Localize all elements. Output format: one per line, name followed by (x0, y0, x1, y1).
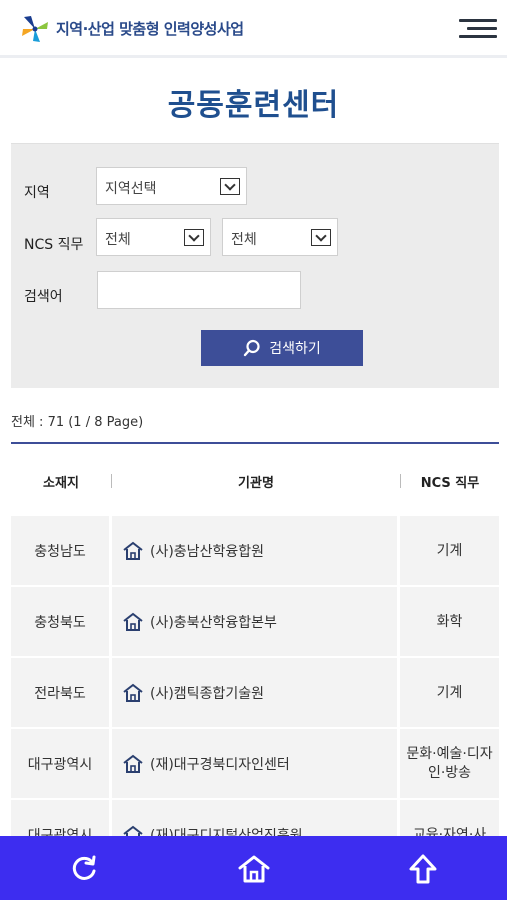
region-select-value: 지역선택 (105, 181, 157, 197)
column-header-location: 소재지 (43, 476, 79, 491)
table-row[interactable]: 전라북도 (사)캠틱종합기술원 기계 (11, 658, 499, 728)
ncs-label: NCS 직무 (24, 237, 84, 253)
row-ncs: 문화·예술·디자인·방송 (406, 746, 493, 781)
app-header: 지역·산업 맞춤형 인력양성사업 (0, 0, 507, 58)
result-summary: 전체 : 71 (1 / 8 Page) (11, 415, 144, 430)
row-name[interactable]: (사)충남산학융합원 (150, 541, 264, 561)
brand-title[interactable]: 지역·산업 맞춤형 인력양성사업 (56, 18, 244, 39)
row-location: 전라북도 (34, 686, 86, 702)
row-name[interactable]: (사)캠틱종합기술원 (150, 683, 264, 703)
table-row[interactable]: 충청북도 (사)충북산학융합본부 화학 (11, 587, 499, 657)
home-icon[interactable] (237, 852, 271, 886)
row-name-cell[interactable]: (사)충북산학융합본부 (112, 587, 397, 657)
divider (11, 442, 499, 444)
column-header-name: 기관명 (238, 476, 274, 491)
ncs-select-2[interactable]: 전체 (222, 218, 338, 256)
row-ncs: 기계 (436, 542, 463, 559)
search-panel: 지역 지역선택 NCS 직무 전체 전체 검색어 검색하기 (11, 143, 499, 388)
chevron-down-icon (184, 229, 204, 246)
house-icon (123, 683, 143, 702)
table-row[interactable]: 대구광역시 (재)대구경북디자인센터 문화·예술·디자인·방송 (11, 729, 499, 799)
chevron-down-icon (220, 178, 240, 195)
pinwheel-logo-icon[interactable] (18, 12, 52, 46)
house-icon (123, 541, 143, 560)
table-row[interactable]: 충청남도 (사)충남산학융합원 기계 (11, 516, 499, 586)
region-select[interactable]: 지역선택 (96, 167, 247, 205)
house-icon (123, 612, 143, 631)
search-button[interactable]: 검색하기 (201, 330, 363, 366)
page-title: 공동훈련센터 (167, 88, 340, 123)
row-ncs: 기계 (436, 684, 463, 701)
ncs-select-1-value: 전체 (105, 232, 131, 248)
region-label: 지역 (24, 185, 50, 201)
ncs-select-1[interactable]: 전체 (96, 218, 211, 256)
row-name[interactable]: (재)대구경북디자인센터 (150, 754, 290, 774)
search-button-label: 검색하기 (269, 341, 321, 357)
chevron-down-icon (311, 229, 331, 246)
refresh-icon[interactable] (67, 852, 101, 886)
row-name-cell[interactable]: (사)충남산학융합원 (112, 516, 397, 586)
hamburger-menu-icon[interactable] (459, 15, 497, 43)
row-location: 충청남도 (34, 544, 86, 560)
row-ncs: 화학 (436, 613, 463, 630)
row-name-cell[interactable]: (사)캠틱종합기술원 (112, 658, 397, 728)
row-name-cell[interactable]: (재)대구경북디자인센터 (112, 729, 397, 799)
row-location: 충청북도 (34, 615, 86, 631)
bottom-nav-bar (0, 836, 507, 900)
keyword-input[interactable] (97, 271, 301, 309)
keyword-label: 검색어 (24, 289, 63, 305)
ncs-select-2-value: 전체 (231, 232, 257, 248)
search-icon (244, 339, 260, 357)
row-location: 대구광역시 (27, 757, 93, 773)
column-header-ncs: NCS 직무 (420, 476, 480, 491)
table-header: 소재지 기관명 NCS 직무 (11, 455, 499, 507)
house-icon (123, 754, 143, 773)
row-name[interactable]: (사)충북산학융합본부 (150, 612, 277, 632)
arrow-up-icon[interactable] (406, 852, 440, 886)
